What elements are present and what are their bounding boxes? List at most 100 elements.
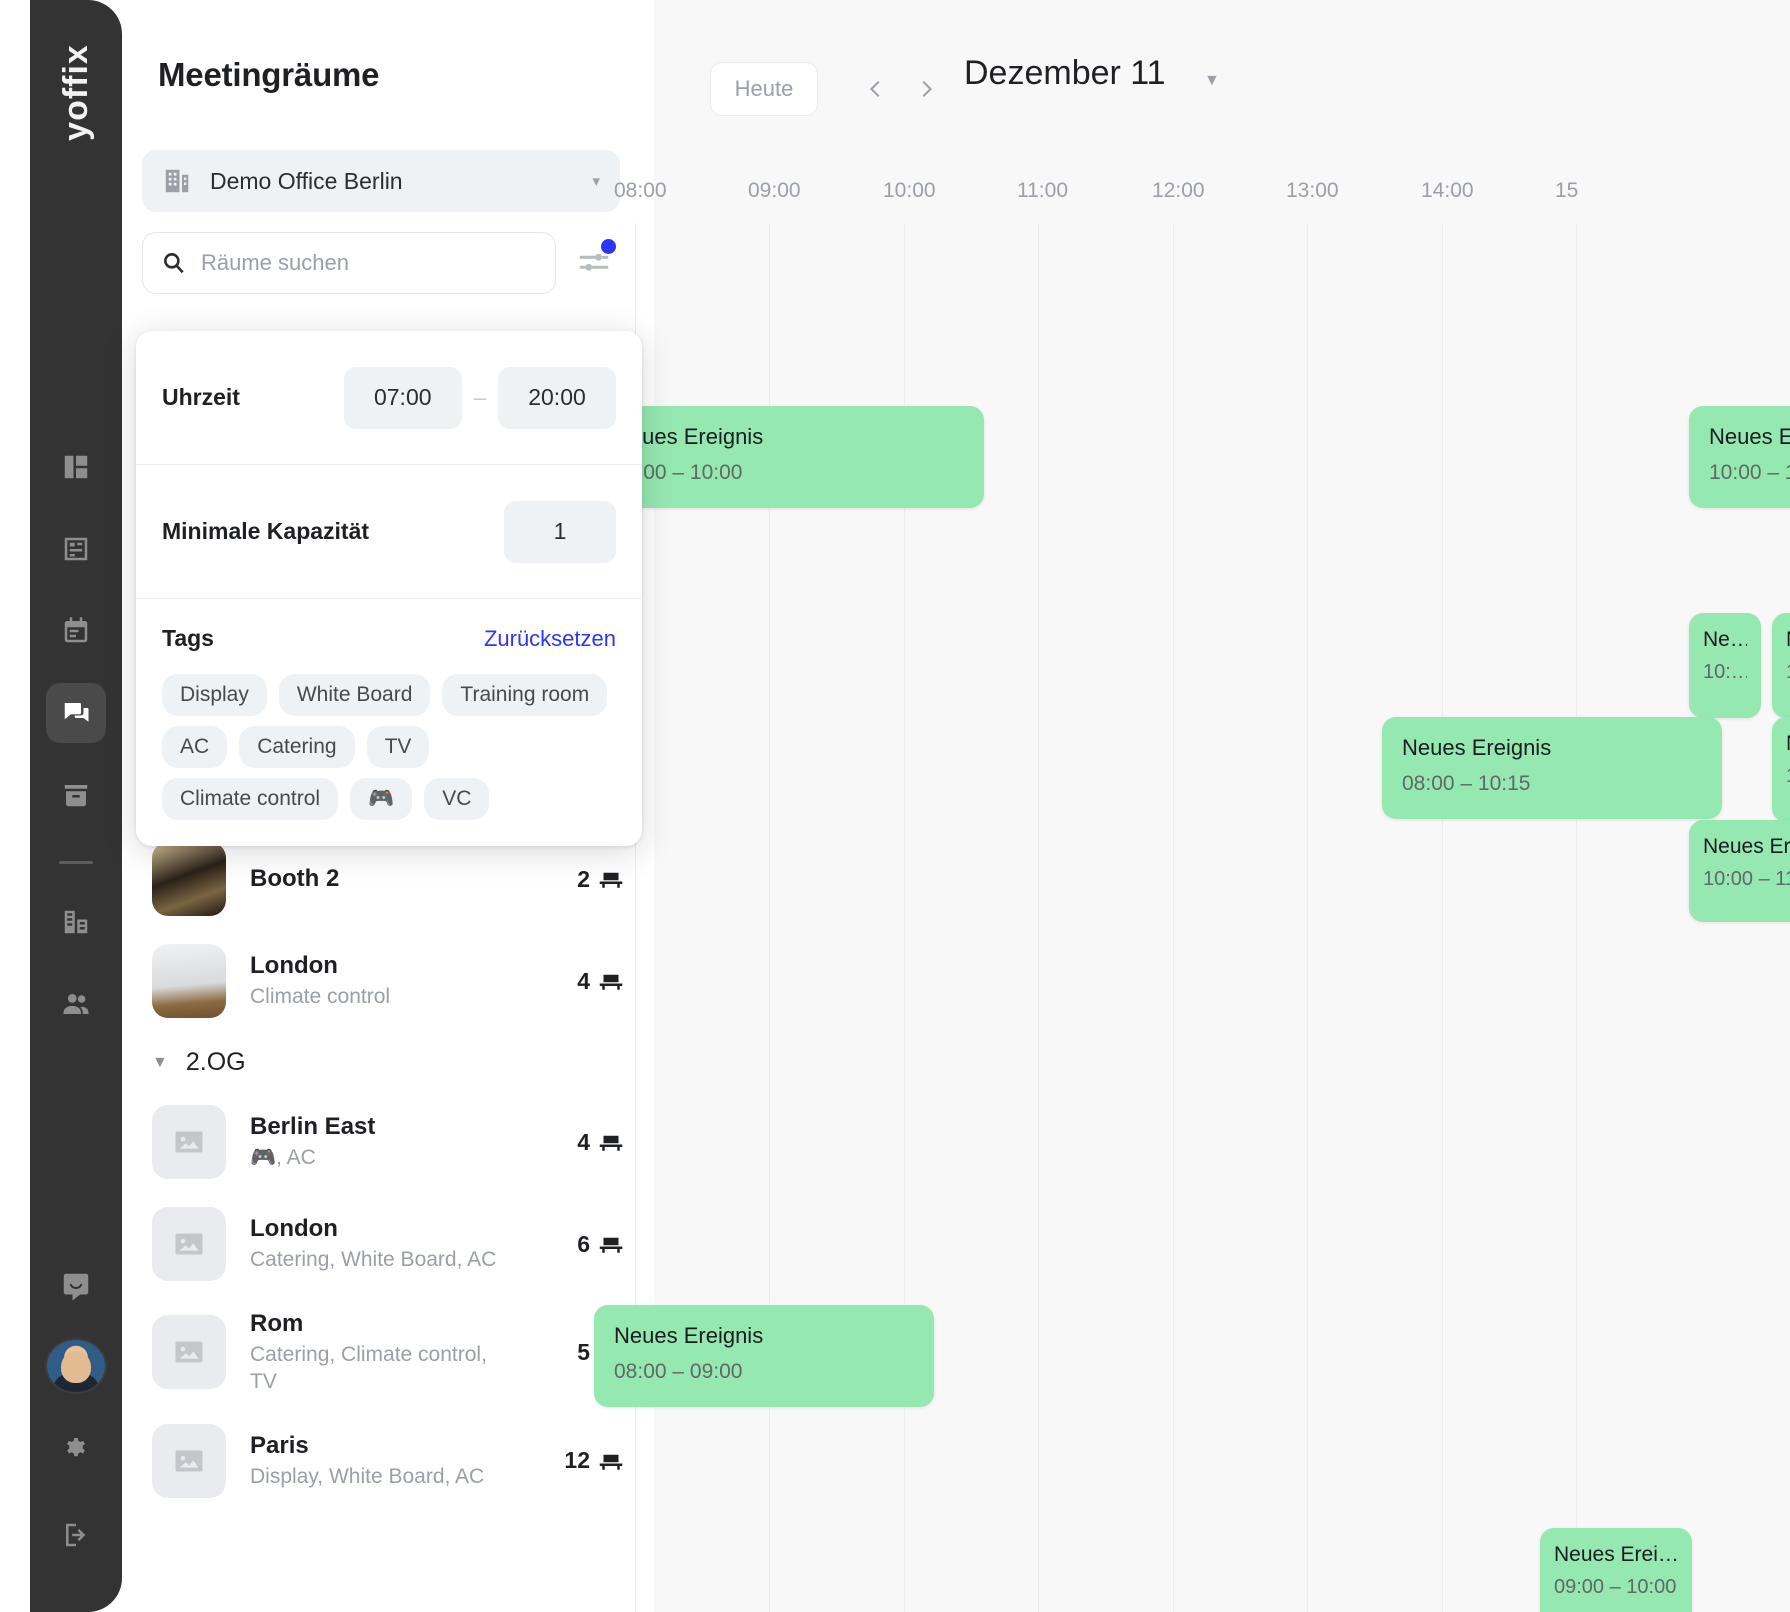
primary-navigation-rail: yoffix	[30, 0, 122, 1612]
room-name: Berlin East	[250, 1113, 376, 1141]
avatar[interactable]	[45, 1337, 107, 1395]
calendar-event-title: Neues Erei…	[1554, 1543, 1678, 1566]
tag-chip[interactable]: Display	[162, 674, 267, 716]
image-placeholder-icon	[175, 1233, 203, 1255]
room-capacity-value: 6	[577, 1230, 590, 1257]
room-thumbnail-placeholder	[152, 1207, 226, 1281]
next-day-button[interactable]	[900, 62, 952, 116]
list-item[interactable]: Berlin East 🎮, AC 4	[122, 1091, 654, 1193]
tag-chip[interactable]: TV	[366, 726, 430, 768]
search-icon	[161, 250, 187, 276]
room-capacity: 4	[577, 1127, 626, 1157]
room-thumbnail-placeholder	[152, 1315, 226, 1390]
calendar-event-time: 08:00 – 09:00	[614, 1360, 743, 1384]
time-filter-label: Uhrzeit	[162, 384, 240, 410]
tag-chip[interactable]: White Board	[278, 674, 431, 716]
time-tick: 12:00	[1152, 179, 1205, 202]
meeting-rooms-icon[interactable]	[46, 682, 106, 743]
grid-line	[1038, 223, 1039, 1612]
calendar-icon[interactable]	[46, 601, 106, 661]
room-thumbnail-placeholder	[152, 1105, 226, 1179]
room-name: Rom	[250, 1310, 304, 1337]
today-button[interactable]: Heute	[710, 62, 818, 116]
list-item[interactable]: London Climate control 4	[122, 930, 654, 1032]
calendar-event[interactable]: Neues Ereignis 08:00 – 10:15	[1382, 717, 1722, 819]
calendar-event-time: 10:…	[1703, 661, 1747, 684]
reset-filters-link[interactable]: Zurücksetzen	[484, 626, 616, 652]
building-icon	[162, 166, 192, 196]
calendar-event-time: 08:00 – 10:00	[614, 461, 743, 485]
tag-chip[interactable]: Training room	[442, 674, 608, 716]
date-picker-chevron-down-icon[interactable]: ▼	[1204, 72, 1220, 90]
previous-day-button[interactable]	[850, 62, 902, 116]
search-box[interactable]	[142, 232, 556, 294]
tag-list: Display White Board Training room AC Cat…	[162, 674, 616, 820]
feedback-icon[interactable]	[46, 1256, 106, 1316]
rail-icon-group	[46, 437, 106, 1338]
settings-icon[interactable]	[46, 1420, 106, 1474]
calendar-event-title: Neues Ereignis	[614, 1323, 764, 1348]
time-tick: 10:00	[883, 179, 936, 202]
calendar-event-title: Ne…	[1786, 731, 1790, 756]
room-capacity: 2	[577, 864, 626, 894]
tag-chip[interactable]: AC	[162, 726, 228, 768]
calendar-event-time: 10:00 – 14:30	[1709, 461, 1790, 485]
calendar-event[interactable]: Neues Erei… 09:00 – 10:00	[1540, 1528, 1692, 1612]
search-input[interactable]	[201, 250, 537, 276]
current-date-label: Dezember 11	[964, 54, 1166, 92]
image-placeholder-icon	[175, 1131, 203, 1153]
room-capacity: 12	[564, 1446, 626, 1476]
calendar-event[interactable]: Neues Ereignis 10:00 – 14:30	[1689, 406, 1790, 508]
archive-icon[interactable]	[46, 765, 106, 825]
seat-icon	[599, 1237, 623, 1253]
app-logo-text: yoffix	[56, 44, 95, 141]
tag-chip-gamepad[interactable]: 🎮	[350, 778, 413, 820]
seat-icon	[599, 974, 623, 990]
room-thumbnail	[152, 842, 226, 916]
office-selector[interactable]: Demo Office Berlin ▾	[142, 150, 620, 212]
seat-icon	[599, 1454, 623, 1470]
time-to-input[interactable]: 20:00	[498, 366, 616, 429]
calendar-event[interactable]: Neues Ereignis 08:00 – 09:00	[594, 1305, 934, 1407]
people-icon[interactable]	[46, 974, 106, 1034]
time-tick: 14:00	[1421, 179, 1474, 202]
time-from-input[interactable]: 07:00	[343, 366, 462, 429]
chevron-down-icon: ▼	[152, 1053, 168, 1071]
list-item[interactable]: Paris Display, White Board, AC 12	[122, 1410, 654, 1512]
room-tags: Display, White Board, AC	[250, 1464, 485, 1488]
app-root: yoffix Meetingräume Demo Office Berlin ▾…	[0, 0, 1790, 1612]
calendar-event[interactable]: Ne… 10:3…	[1772, 717, 1790, 822]
room-capacity-value: 4	[577, 1128, 590, 1155]
calendar-event[interactable]: Ne… 10:…	[1689, 613, 1761, 718]
time-range-separator: –	[473, 384, 486, 410]
room-text: London Climate control	[250, 951, 577, 1010]
dashboard-icon[interactable]	[46, 437, 106, 497]
rail-divider	[59, 860, 93, 864]
calendar-event-time: 09:00 – 10:00	[1554, 1576, 1677, 1599]
calendar-event[interactable]: Neues … 10:30 – …	[1772, 613, 1790, 718]
calendar-event-title: Neues Ereignis	[1402, 735, 1552, 760]
room-capacity-value: 2	[577, 865, 590, 892]
time-tick: 15	[1555, 179, 1579, 202]
calendar-event[interactable]: Neues Erei… 10:00 – 11:00	[1689, 820, 1790, 922]
tag-chip[interactable]: Catering	[239, 726, 355, 768]
filter-settings-button[interactable]	[564, 233, 624, 293]
calendar-event[interactable]: Neues Ereignis 08:00 – 10:00	[594, 406, 984, 508]
floorplan-icon[interactable]	[46, 519, 106, 579]
floor-group-header[interactable]: ▼ 2.OG	[122, 1032, 654, 1091]
room-capacity-value: 4	[577, 967, 590, 994]
room-name: London	[250, 952, 338, 980]
capacity-input[interactable]: 1	[504, 500, 616, 563]
search-row	[142, 232, 642, 294]
logout-icon[interactable]	[46, 1508, 106, 1562]
room-text: London Catering, White Board, AC	[250, 1214, 577, 1273]
calendar-event-title: Neues Erei…	[1703, 835, 1790, 858]
list-item[interactable]: Rom Catering, Climate control, TV 5	[122, 1295, 654, 1410]
calendar-event-time: 10:00 – 11:00	[1703, 868, 1790, 891]
tag-chip[interactable]: VC	[424, 778, 490, 820]
tag-chip[interactable]: Climate control	[162, 778, 339, 820]
time-tick: 08:00	[614, 179, 667, 202]
company-icon[interactable]	[46, 892, 106, 952]
list-item[interactable]: London Catering, White Board, AC 6	[122, 1193, 654, 1295]
room-name: Paris	[250, 1431, 309, 1459]
